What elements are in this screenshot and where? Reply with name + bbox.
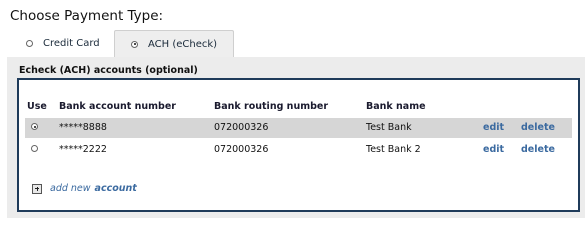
radio-unselected-icon[interactable] xyxy=(31,145,38,152)
radio-unselected-icon[interactable] xyxy=(26,39,33,47)
add-new-account-link[interactable]: add new account xyxy=(32,183,137,194)
tab-ach-label: ACH (eCheck) xyxy=(148,38,218,50)
account-number: *****2222 xyxy=(59,144,107,155)
bank-name: Test Bank 2 xyxy=(366,144,421,155)
echeck-panel: Echeck (ACH) accounts (optional) Use Ban… xyxy=(7,57,585,218)
routing-number: 072000326 xyxy=(214,122,269,133)
delete-link[interactable]: delete xyxy=(521,144,555,155)
add-new-emphasis: account xyxy=(94,183,137,194)
edit-link[interactable]: edit xyxy=(483,144,504,155)
radio-selected-icon[interactable] xyxy=(131,40,138,48)
header-use: Use xyxy=(27,101,47,112)
account-number: *****8888 xyxy=(59,122,107,133)
panel-title: Echeck (ACH) accounts (optional) xyxy=(19,65,198,76)
header-bank-name: Bank name xyxy=(366,101,426,112)
accounts-table: Use Bank account number Bank routing num… xyxy=(17,78,580,212)
table-row: *****2222 072000326 Test Bank 2 edit del… xyxy=(25,140,572,160)
tab-credit-card[interactable]: Credit Card xyxy=(16,30,112,56)
delete-link[interactable]: delete xyxy=(521,122,555,133)
bank-name: Test Bank xyxy=(366,122,412,133)
radio-selected-icon[interactable] xyxy=(31,123,38,130)
edit-link[interactable]: edit xyxy=(483,122,504,133)
routing-number: 072000326 xyxy=(214,144,269,155)
header-routing-number: Bank routing number xyxy=(214,101,329,112)
header-account-number: Bank account number xyxy=(59,101,176,112)
tab-ach-echeck[interactable]: ACH (eCheck) xyxy=(114,30,234,57)
tab-credit-card-label: Credit Card xyxy=(43,37,100,49)
plus-icon[interactable] xyxy=(32,183,42,194)
add-new-label: add new xyxy=(50,183,91,194)
table-row: *****8888 072000326 Test Bank edit delet… xyxy=(25,118,572,138)
page-title: Choose Payment Type: xyxy=(10,8,164,24)
